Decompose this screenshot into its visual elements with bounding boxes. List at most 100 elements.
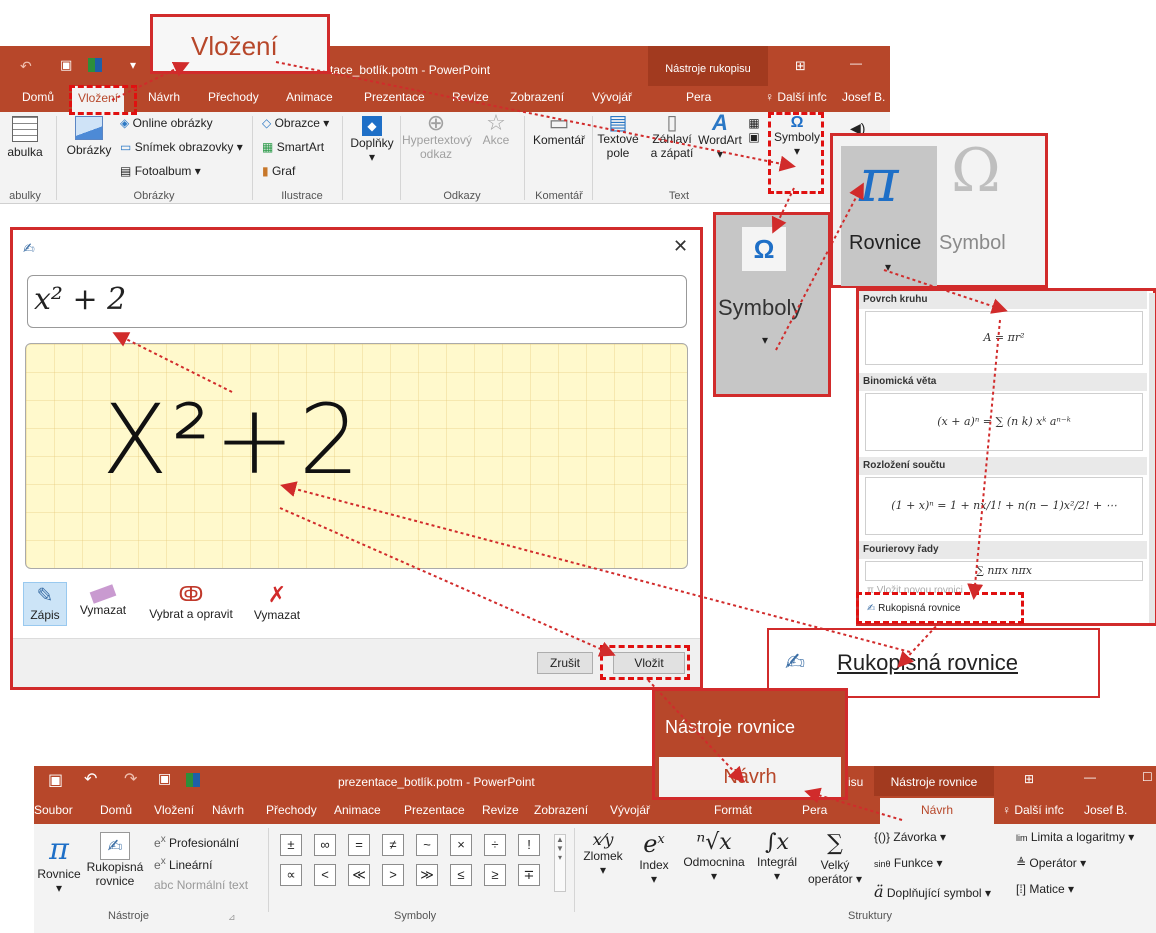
redo-icon[interactable]: ↷: [124, 769, 137, 789]
linear-button[interactable]: ex Lineární: [154, 856, 212, 872]
symbol-cell[interactable]: ÷: [484, 834, 506, 856]
tab-pens[interactable]: Pera: [802, 803, 827, 817]
tab-review[interactable]: Revize: [482, 803, 519, 817]
symbol-label[interactable]: Symbol: [939, 232, 1006, 255]
textbox-button[interactable]: ▤ Textové pole: [594, 113, 642, 160]
gallery-scrollbar[interactable]: [1149, 293, 1155, 623]
minimize-icon[interactable]: —: [1084, 770, 1096, 784]
symbol-cell[interactable]: ≪: [348, 864, 370, 886]
bracket-button[interactable]: {()} Závorka ▾: [874, 830, 946, 844]
tab-design[interactable]: Návrh: [148, 90, 180, 104]
tab-review[interactable]: Revize: [452, 90, 489, 104]
tab-home[interactable]: Domů: [22, 90, 54, 104]
color-icon[interactable]: [88, 58, 102, 72]
radical-button[interactable]: ⁿ√x Odmocnina ▾: [678, 830, 750, 883]
ribbon-display-icon[interactable]: ⊞: [1024, 772, 1034, 786]
equation-button[interactable]: π Rovnice ▾: [34, 832, 84, 895]
addins-button[interactable]: ◆ Doplňky ▾: [346, 116, 398, 164]
cancel-button[interactable]: Zrušit: [537, 652, 593, 674]
tab-equation-design[interactable]: Návrh: [880, 798, 994, 824]
tell-me-box[interactable]: ♀ Další infc: [1002, 803, 1064, 817]
symbol-cell[interactable]: ≤: [450, 864, 472, 886]
symbol-cell[interactable]: ±: [280, 834, 302, 856]
user-name[interactable]: Josef B.: [1084, 803, 1127, 817]
tab-developer[interactable]: Vývojář: [592, 90, 632, 104]
symbol-cell[interactable]: ≫: [416, 864, 438, 886]
tab-developer[interactable]: Vývojář: [610, 803, 650, 817]
undo-icon[interactable]: ↶: [20, 58, 32, 75]
tab-slideshow[interactable]: Prezentace: [364, 90, 425, 104]
online-pictures-button[interactable]: ◈ Online obrázky: [120, 116, 213, 130]
select-correct-tool[interactable]: ↂ Vybrat a opravit: [141, 582, 241, 621]
function-button[interactable]: sinθ Funkce ▾: [874, 856, 943, 870]
slideshow-icon[interactable]: ▣: [60, 57, 72, 73]
gallery-equation[interactable]: (1 + x)ⁿ = 1 + nx/1! + n(n − 1)x²/2! + ⋯: [865, 477, 1143, 535]
erase-tool[interactable]: Vymazat: [73, 582, 133, 617]
comment-button[interactable]: ▭ Komentář: [528, 112, 590, 148]
action-button[interactable]: ☆ Akce: [476, 112, 516, 148]
chart-button[interactable]: ▮ Graf: [262, 164, 295, 178]
shapes-button[interactable]: ◇ Obrazce ▾: [262, 116, 329, 130]
save-icon[interactable]: ▣: [48, 770, 63, 790]
symbol-cell[interactable]: ≠: [382, 834, 404, 856]
symbol-cell[interactable]: ∓: [518, 864, 540, 886]
large-operator-button[interactable]: ∑ Velký operátor ▾: [804, 830, 866, 886]
integral-button[interactable]: ∫x Integrál ▾: [752, 830, 802, 883]
symbol-cell[interactable]: !: [518, 834, 540, 856]
tell-me-box[interactable]: ♀ Další infc: [765, 90, 827, 104]
tab-home[interactable]: Domů: [100, 803, 132, 817]
hyperlink-button[interactable]: ⊕ Hypertextový odkaz: [402, 112, 472, 162]
equation-button[interactable]: π Rovnice ▾: [841, 146, 937, 286]
symbol-cell[interactable]: ~: [416, 834, 438, 856]
user-name[interactable]: Josef B.: [842, 90, 885, 104]
tab-slideshow[interactable]: Prezentace: [404, 803, 465, 817]
tab-transitions[interactable]: Přechody: [208, 90, 259, 104]
limit-log-button[interactable]: lim Limita a logaritmy ▾: [1016, 830, 1134, 844]
tab-transitions[interactable]: Přechody: [266, 803, 317, 817]
symbol-cell[interactable]: ×: [450, 834, 472, 856]
tab-pens[interactable]: Pera: [686, 90, 711, 104]
date-time-icon[interactable]: ▦ ▣: [744, 116, 764, 144]
symbol-cell[interactable]: ∞: [314, 834, 336, 856]
tab-animations[interactable]: Animace: [286, 90, 333, 104]
symbol-cell[interactable]: ∝: [280, 864, 302, 886]
tab-view[interactable]: Zobrazení: [534, 803, 588, 817]
dialog-launcher-icon[interactable]: ⊿: [228, 912, 236, 923]
pictures-button[interactable]: Obrázky: [64, 116, 114, 157]
ribbon-display-icon[interactable]: ⊞: [795, 58, 806, 74]
smartart-button[interactable]: ▦ SmartArt: [262, 140, 324, 154]
tab-insert[interactable]: Vložení: [154, 803, 194, 817]
symbol-cell[interactable]: >: [382, 864, 404, 886]
matrix-button[interactable]: [⁞] Matice ▾: [1016, 882, 1074, 896]
header-footer-button[interactable]: ▯ Záhlaví a zápatí: [646, 113, 698, 160]
minimize-icon[interactable]: —: [850, 56, 862, 70]
table-button[interactable]: abulka: [0, 116, 50, 159]
tab-file[interactable]: Soubor: [34, 803, 73, 817]
customize-icon[interactable]: ▾: [130, 58, 136, 72]
operator-button[interactable]: ≜ Operátor ▾: [1016, 856, 1086, 870]
screenshot-button[interactable]: ▭ Snímek obrazovky ▾: [120, 140, 243, 154]
ink-canvas[interactable]: X²+2: [25, 343, 688, 569]
write-tool[interactable]: ✎ Zápis: [23, 582, 67, 626]
close-icon[interactable]: ✕: [673, 236, 688, 257]
symbol-cell[interactable]: =: [348, 834, 370, 856]
normal-text-button[interactable]: abc Normální text: [154, 878, 248, 892]
professional-button[interactable]: ex Profesionální: [154, 834, 239, 850]
ink-equation-button[interactable]: ✍ Rukopisná rovnice: [84, 832, 146, 888]
symbols-scroll[interactable]: ▲ ▼ ▾: [554, 834, 566, 892]
wordart-button[interactable]: A WordArt ▾: [698, 112, 742, 162]
gallery-equation[interactable]: ∑ nπx nπx: [865, 561, 1143, 581]
undo-icon[interactable]: ↶: [84, 769, 97, 789]
fraction-button[interactable]: x⁄y Zlomek ▾: [578, 830, 628, 877]
symbol-cell[interactable]: ≥: [484, 864, 506, 886]
clear-tool[interactable]: ✗ Vymazat: [245, 582, 309, 622]
maximize-icon[interactable]: ☐: [1142, 770, 1153, 784]
photo-album-button[interactable]: ▤ Fotoalbum ▾: [120, 164, 201, 178]
gallery-equation[interactable]: A = πr²: [865, 311, 1143, 365]
tab-design[interactable]: Návrh: [212, 803, 244, 817]
tab-format[interactable]: Formát: [714, 803, 752, 817]
color-icon[interactable]: [186, 773, 200, 787]
gallery-equation[interactable]: (x + a)ⁿ = ∑ (n k) xᵏ aⁿ⁻ᵏ: [865, 393, 1143, 451]
accent-button[interactable]: ä Doplňující symbol ▾: [874, 882, 991, 901]
symbol-cell[interactable]: <: [314, 864, 336, 886]
